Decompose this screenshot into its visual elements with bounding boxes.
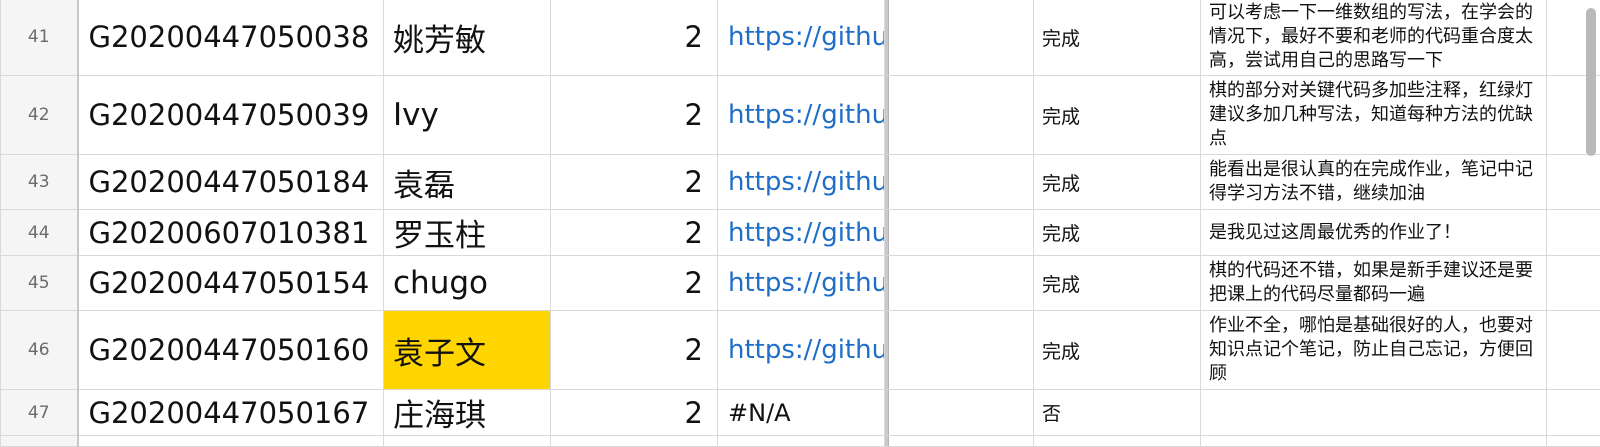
table-row: 41 G20200447050038 姚芳敏 2 https://githul … (1, 0, 1600, 76)
count-cell[interactable]: 2 (551, 0, 718, 76)
student-id-cell[interactable]: G20200447050167 (78, 390, 384, 436)
empty-cell[interactable] (384, 436, 551, 447)
empty-cell[interactable] (1547, 311, 1600, 390)
count-cell[interactable]: 2 (551, 390, 718, 436)
student-name-cell[interactable]: Ivy (384, 76, 551, 155)
empty-cell[interactable] (78, 436, 384, 447)
link-cell[interactable]: https://githul (718, 76, 885, 155)
empty-cell[interactable] (1547, 390, 1600, 436)
row-header[interactable]: 47 (1, 390, 78, 436)
empty-cell[interactable] (1201, 436, 1547, 447)
student-name-cell-highlighted[interactable]: 袁子文 (384, 311, 551, 390)
link-cell[interactable]: https://githul (718, 155, 885, 210)
status-cell[interactable]: 完成 (1034, 256, 1201, 311)
student-id-cell[interactable]: G20200447050154 (78, 256, 384, 311)
student-id-cell[interactable]: G20200607010381 (78, 210, 384, 256)
table-row: 47 G20200447050167 庄海琪 2 #N/A 否 (1, 390, 1600, 436)
link-cell[interactable]: https://githul (718, 210, 885, 256)
row-header[interactable]: 41 (1, 0, 78, 76)
comment-cell[interactable]: 能看出是很认真的在完成作业，笔记中记得学习方法不错，继续加油 (1201, 155, 1547, 210)
empty-cell[interactable] (889, 0, 1034, 76)
comment-cell[interactable]: 可以考虑一下一维数组的写法，在学会的情况下，最好不要和老师的代码重合度太高，尝试… (1201, 0, 1547, 76)
student-id-cell[interactable]: G20200447050039 (78, 76, 384, 155)
table-row: 45 G20200447050154 chugo 2 https://githu… (1, 256, 1600, 311)
vertical-scrollbar[interactable] (1586, 8, 1596, 156)
link-cell[interactable]: https://githul (718, 311, 885, 390)
count-cell[interactable]: 2 (551, 155, 718, 210)
empty-cell[interactable] (889, 436, 1034, 447)
student-name-cell[interactable]: chugo (384, 256, 551, 311)
table-row: 42 G20200447050039 Ivy 2 https://githul … (1, 76, 1600, 155)
empty-cell[interactable] (551, 436, 718, 447)
link-cell-na[interactable]: #N/A (718, 390, 885, 436)
comment-cell[interactable]: 棋的代码还不错，如果是新手建议还是要把课上的代码尽量都码一遍 (1201, 256, 1547, 311)
comment-cell[interactable] (1201, 390, 1547, 436)
status-cell[interactable]: 完成 (1034, 210, 1201, 256)
row-header[interactable]: 43 (1, 155, 78, 210)
empty-cell[interactable] (1547, 210, 1600, 256)
table-row: 44 G20200607010381 罗玉柱 2 https://githul … (1, 210, 1600, 256)
count-cell[interactable]: 2 (551, 256, 718, 311)
comment-cell[interactable]: 作业不全，哪怕是基础很好的人，也要对知识点记个笔记，防止自己忘记，方便回顾 (1201, 311, 1547, 390)
status-cell[interactable]: 完成 (1034, 0, 1201, 76)
status-cell[interactable]: 完成 (1034, 155, 1201, 210)
student-name-cell[interactable]: 姚芳敏 (384, 0, 551, 76)
status-cell[interactable]: 否 (1034, 390, 1201, 436)
row-header[interactable]: 44 (1, 210, 78, 256)
count-cell[interactable]: 2 (551, 76, 718, 155)
empty-cell[interactable] (1547, 155, 1600, 210)
student-name-cell[interactable]: 庄海琪 (384, 390, 551, 436)
comment-cell[interactable]: 棋的部分对关键代码多加些注释，红绿灯建议多加几种写法，知道每种方法的优缺点 (1201, 76, 1547, 155)
data-grid: 41 G20200447050038 姚芳敏 2 https://githul … (0, 0, 1600, 447)
empty-cell[interactable] (1547, 436, 1600, 447)
row-header[interactable] (1, 436, 78, 447)
empty-cell[interactable] (889, 210, 1034, 256)
link-cell[interactable]: https://githul (718, 0, 885, 76)
student-id-cell[interactable]: G20200447050160 (78, 311, 384, 390)
count-cell[interactable]: 2 (551, 311, 718, 390)
empty-cell[interactable] (889, 311, 1034, 390)
empty-cell[interactable] (889, 76, 1034, 155)
status-cell[interactable]: 完成 (1034, 76, 1201, 155)
student-id-cell[interactable]: G20200447050184 (78, 155, 384, 210)
spreadsheet: 41 G20200447050038 姚芳敏 2 https://githul … (0, 0, 1600, 443)
table-row: 46 G20200447050160 袁子文 2 https://githul … (1, 311, 1600, 390)
empty-cell[interactable] (889, 256, 1034, 311)
row-header[interactable]: 46 (1, 311, 78, 390)
empty-cell[interactable] (718, 436, 885, 447)
empty-cell[interactable] (1547, 256, 1600, 311)
table-row (1, 436, 1600, 447)
count-cell[interactable]: 2 (551, 210, 718, 256)
table-row: 43 G20200447050184 袁磊 2 https://githul 完… (1, 155, 1600, 210)
row-header[interactable]: 42 (1, 76, 78, 155)
student-id-cell[interactable]: G20200447050038 (78, 0, 384, 76)
comment-cell[interactable]: 是我见过这周最优秀的作业了！ (1201, 210, 1547, 256)
empty-cell[interactable] (889, 155, 1034, 210)
empty-cell[interactable] (1034, 436, 1201, 447)
student-name-cell[interactable]: 罗玉柱 (384, 210, 551, 256)
link-cell[interactable]: https://githul (718, 256, 885, 311)
student-name-cell[interactable]: 袁磊 (384, 155, 551, 210)
status-cell[interactable]: 完成 (1034, 311, 1201, 390)
row-header[interactable]: 45 (1, 256, 78, 311)
empty-cell[interactable] (889, 390, 1034, 436)
